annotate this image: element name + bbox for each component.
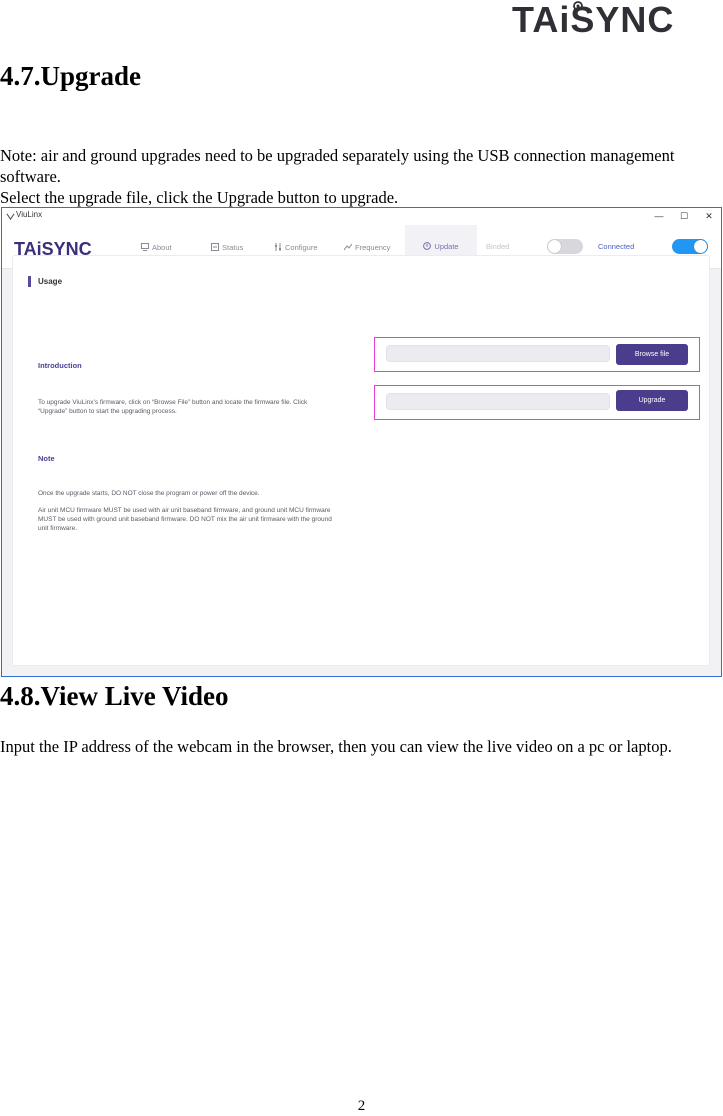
- connected-toggle[interactable]: [672, 239, 708, 254]
- section-heading-upgrade: 4.7.Upgrade: [0, 61, 141, 91]
- section-heading-live-video: 4.8.View Live Video: [0, 681, 229, 711]
- browse-file-button[interactable]: Browse file: [616, 344, 688, 365]
- chart-icon: [344, 243, 352, 251]
- tab-status-label: Status: [222, 242, 244, 252]
- upgrade-instruction-text: Select the upgrade file, click the Upgra…: [0, 188, 399, 207]
- connected-label: Connected: [598, 242, 635, 251]
- window-title: ViuLinx: [16, 210, 43, 219]
- upgrade-progress-field: [386, 393, 610, 410]
- taisync-logo: TAiSYNC: [512, 0, 674, 40]
- page-number: 2: [357, 1098, 366, 1114]
- live-video-text: Input the IP address of the webcam in th…: [0, 737, 672, 756]
- tab-update-label: Update: [434, 241, 459, 251]
- binded-toggle[interactable]: [547, 239, 583, 254]
- upgrade-note-text: Note: air and ground upgrades need to be…: [0, 146, 675, 186]
- note-text-1: Once the upgrade starts, DO NOT close th…: [38, 490, 260, 497]
- file-path-input[interactable]: [386, 345, 610, 362]
- window-titlebar: ViuLinx — ☐ ✕: [2, 208, 721, 225]
- update-content-panel: [12, 255, 710, 666]
- binded-label: Binded: [486, 242, 510, 251]
- introduction-title: Introduction: [38, 361, 82, 370]
- update-icon: [423, 242, 432, 250]
- tab-frequency-label: Frequency: [355, 242, 391, 252]
- status-icon: [211, 243, 219, 251]
- app-screenshot-window: ViuLinx — ☐ ✕ TAiSYNC About Status Confi…: [1, 207, 722, 677]
- tab-about-label: About: [152, 242, 172, 252]
- minimize-icon[interactable]: —: [652, 210, 666, 222]
- note-text-2: Air unit MCU firmware MUST be used with …: [38, 507, 332, 532]
- svg-text:TAiSYNC: TAiSYNC: [512, 0, 674, 40]
- upgrade-button[interactable]: Upgrade: [616, 390, 688, 411]
- app-window-icon: [6, 213, 15, 221]
- tab-configure-label: Configure: [285, 242, 318, 252]
- sliders-icon: [275, 243, 281, 251]
- note-title: Note: [38, 454, 55, 463]
- monitor-icon: [141, 243, 149, 251]
- usage-title: Usage: [28, 276, 62, 287]
- introduction-text: To upgrade ViuLinx’s firmware, click on …: [38, 399, 308, 415]
- close-icon[interactable]: ✕: [702, 210, 716, 222]
- maximize-icon[interactable]: ☐: [677, 210, 691, 222]
